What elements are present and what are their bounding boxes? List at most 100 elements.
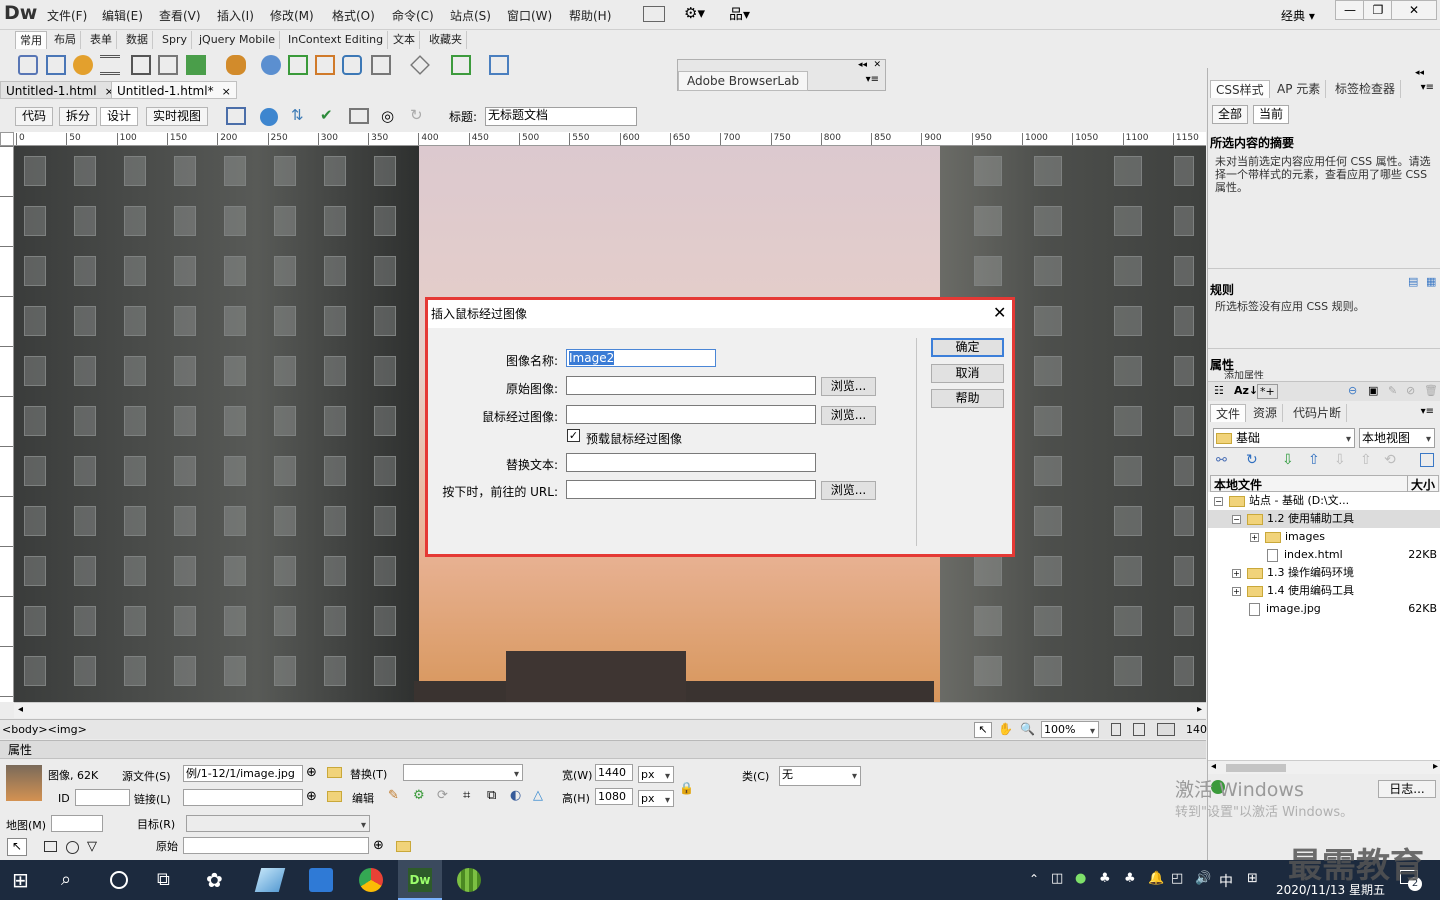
- tag-chooser-icon[interactable]: [489, 55, 509, 75]
- view-split-button[interactable]: 拆分: [59, 107, 98, 126]
- map-input[interactable]: [51, 815, 103, 832]
- target-select[interactable]: ▾: [186, 815, 370, 832]
- browse-rollover-button[interactable]: 浏览...: [821, 406, 876, 425]
- add-property-link[interactable]: 添加属性: [1224, 370, 1264, 379]
- get-files-icon[interactable]: ⇩: [1282, 452, 1294, 468]
- multiscreen-icon[interactable]: [226, 107, 246, 125]
- bell-icon[interactable]: 🔔: [1148, 871, 1164, 886]
- link-input[interactable]: [183, 789, 303, 806]
- refresh-icon[interactable]: ↻: [1246, 452, 1258, 468]
- tree-file[interactable]: index.html 22KB: [1208, 546, 1440, 564]
- start-icon[interactable]: ⊞: [12, 868, 36, 892]
- menu-commands[interactable]: 命令(C): [392, 7, 434, 24]
- doc-tab-1[interactable]: Untitled-1.html ×: [0, 81, 120, 99]
- close-button[interactable]: ✕: [1391, 0, 1437, 20]
- files-menu-icon[interactable]: ▾≡: [1421, 406, 1434, 417]
- word-app-icon[interactable]: [309, 868, 333, 892]
- site-select[interactable]: 基础 ▾: [1213, 428, 1355, 448]
- lock-icon[interactable]: 🔒: [679, 781, 694, 795]
- ruler-origin[interactable]: [0, 132, 14, 146]
- ime-mode-icon[interactable]: ⊞: [1247, 871, 1258, 886]
- collapse-icon[interactable]: ◂◂: [1415, 68, 1424, 78]
- browserlab-tab[interactable]: Adobe BrowserLab: [678, 71, 808, 91]
- div-icon[interactable]: [158, 55, 178, 75]
- menu-site[interactable]: 站点(S): [450, 7, 491, 24]
- view-code-button[interactable]: 代码: [15, 107, 54, 126]
- date-icon[interactable]: [288, 55, 308, 75]
- height-input[interactable]: 1080: [595, 788, 633, 805]
- view-design-button[interactable]: 设计: [100, 107, 139, 126]
- chrome-icon[interactable]: [359, 868, 383, 892]
- panel-menu-icon[interactable]: ▾≡: [1421, 82, 1434, 93]
- minimize-button[interactable]: —: [1335, 0, 1365, 20]
- scroll-left-icon[interactable]: ◂: [18, 704, 23, 715]
- pointer-hotspot-icon[interactable]: ↖: [7, 838, 27, 856]
- menu-help[interactable]: 帮助(H): [569, 7, 611, 24]
- rules-view-icon[interactable]: ▤: [1408, 275, 1418, 288]
- tab-tag-inspector[interactable]: 标签检查器: [1330, 80, 1402, 98]
- live-view-button[interactable]: 实时视图: [146, 107, 209, 126]
- watermelon-app-icon[interactable]: [457, 868, 481, 892]
- scroll-left-icon[interactable]: ◂: [1211, 761, 1216, 772]
- rules-info-icon[interactable]: ▦: [1426, 275, 1436, 288]
- comment-icon[interactable]: [342, 55, 362, 75]
- tree-folder[interactable]: − 1.2 使用辅助工具: [1208, 510, 1440, 528]
- widget-icon[interactable]: [261, 55, 281, 75]
- close-icon[interactable]: ✕: [993, 305, 1006, 321]
- connect-icon[interactable]: ⚯: [1216, 453, 1227, 468]
- new-rule-icon[interactable]: ▣: [1368, 384, 1378, 397]
- disable-icon[interactable]: ⊘: [1406, 384, 1415, 397]
- src-input[interactable]: 例/1-12/1/image.jpg: [183, 765, 303, 782]
- menu-window[interactable]: 窗口(W): [507, 7, 552, 24]
- insert-tab-favorites[interactable]: 收藏夹: [425, 31, 467, 49]
- refresh-icon[interactable]: ↻: [410, 106, 423, 124]
- menu-format[interactable]: 格式(O): [332, 7, 375, 24]
- expand-icon[interactable]: [1420, 453, 1434, 467]
- server-include-icon[interactable]: [315, 55, 335, 75]
- insert-tab-layout[interactable]: 布局: [50, 31, 81, 49]
- help-button[interactable]: 帮助: [931, 389, 1004, 408]
- visual-aids-icon[interactable]: [349, 108, 369, 124]
- tab-assets[interactable]: 资源: [1248, 404, 1284, 422]
- horizontal-rule-icon[interactable]: [100, 55, 120, 75]
- tray-app-icon[interactable]: ◫: [1051, 871, 1063, 886]
- layout-icon[interactable]: [643, 6, 665, 22]
- workspace-switcher[interactable]: 经典 ▾: [1281, 7, 1315, 24]
- link-point-icon[interactable]: ⊕: [306, 789, 317, 804]
- files-hscroll[interactable]: ◂ ▸: [1208, 760, 1440, 774]
- task-view-icon[interactable]: ⧉: [157, 868, 181, 892]
- crop-icon[interactable]: ⌗: [463, 788, 470, 803]
- check-out-icon[interactable]: ⇩: [1334, 452, 1346, 468]
- volume-icon[interactable]: 🔊: [1195, 871, 1211, 886]
- table-icon[interactable]: [131, 55, 151, 75]
- sync-icon[interactable]: ⟲: [1384, 452, 1396, 468]
- wechat-icon[interactable]: ●: [1075, 871, 1086, 886]
- cortana-icon[interactable]: [110, 871, 128, 889]
- gear-icon[interactable]: ⚙▾: [684, 4, 705, 22]
- script-icon[interactable]: [410, 55, 430, 75]
- site-icon[interactable]: 品▾: [729, 4, 750, 24]
- alpha-view-icon[interactable]: Az↓: [1234, 384, 1258, 397]
- head-icon[interactable]: [371, 55, 391, 75]
- insert-tab-common[interactable]: 常用: [15, 31, 47, 49]
- search-icon[interactable]: ⌕: [61, 868, 85, 892]
- tag-selector[interactable]: <body><img>: [2, 723, 87, 736]
- collapse-toggle-icon[interactable]: −: [1214, 496, 1223, 506]
- url-input[interactable]: [566, 480, 816, 499]
- media-icon[interactable]: [226, 55, 246, 75]
- id-input[interactable]: [75, 789, 130, 806]
- set-props-icon[interactable]: *+: [1257, 384, 1278, 399]
- original-folder-icon[interactable]: [396, 841, 411, 852]
- ok-button[interactable]: 确定: [931, 338, 1004, 357]
- template-icon[interactable]: [451, 55, 471, 75]
- edit-pencil-icon[interactable]: ✎: [388, 788, 399, 803]
- insert-tab-data[interactable]: 数据: [122, 31, 153, 49]
- original-point-icon[interactable]: ⊕: [373, 838, 384, 853]
- width-input[interactable]: 1440: [595, 764, 633, 781]
- tree-folder[interactable]: +1.4 使用编码工具: [1208, 582, 1440, 600]
- point-to-file-icon[interactable]: ⊕: [306, 765, 317, 780]
- hyperlink-icon[interactable]: [18, 55, 38, 75]
- tablet-size-icon[interactable]: [1133, 723, 1145, 736]
- css-mode-current[interactable]: 当前: [1253, 105, 1290, 124]
- scroll-right-icon[interactable]: ▸: [1197, 704, 1202, 715]
